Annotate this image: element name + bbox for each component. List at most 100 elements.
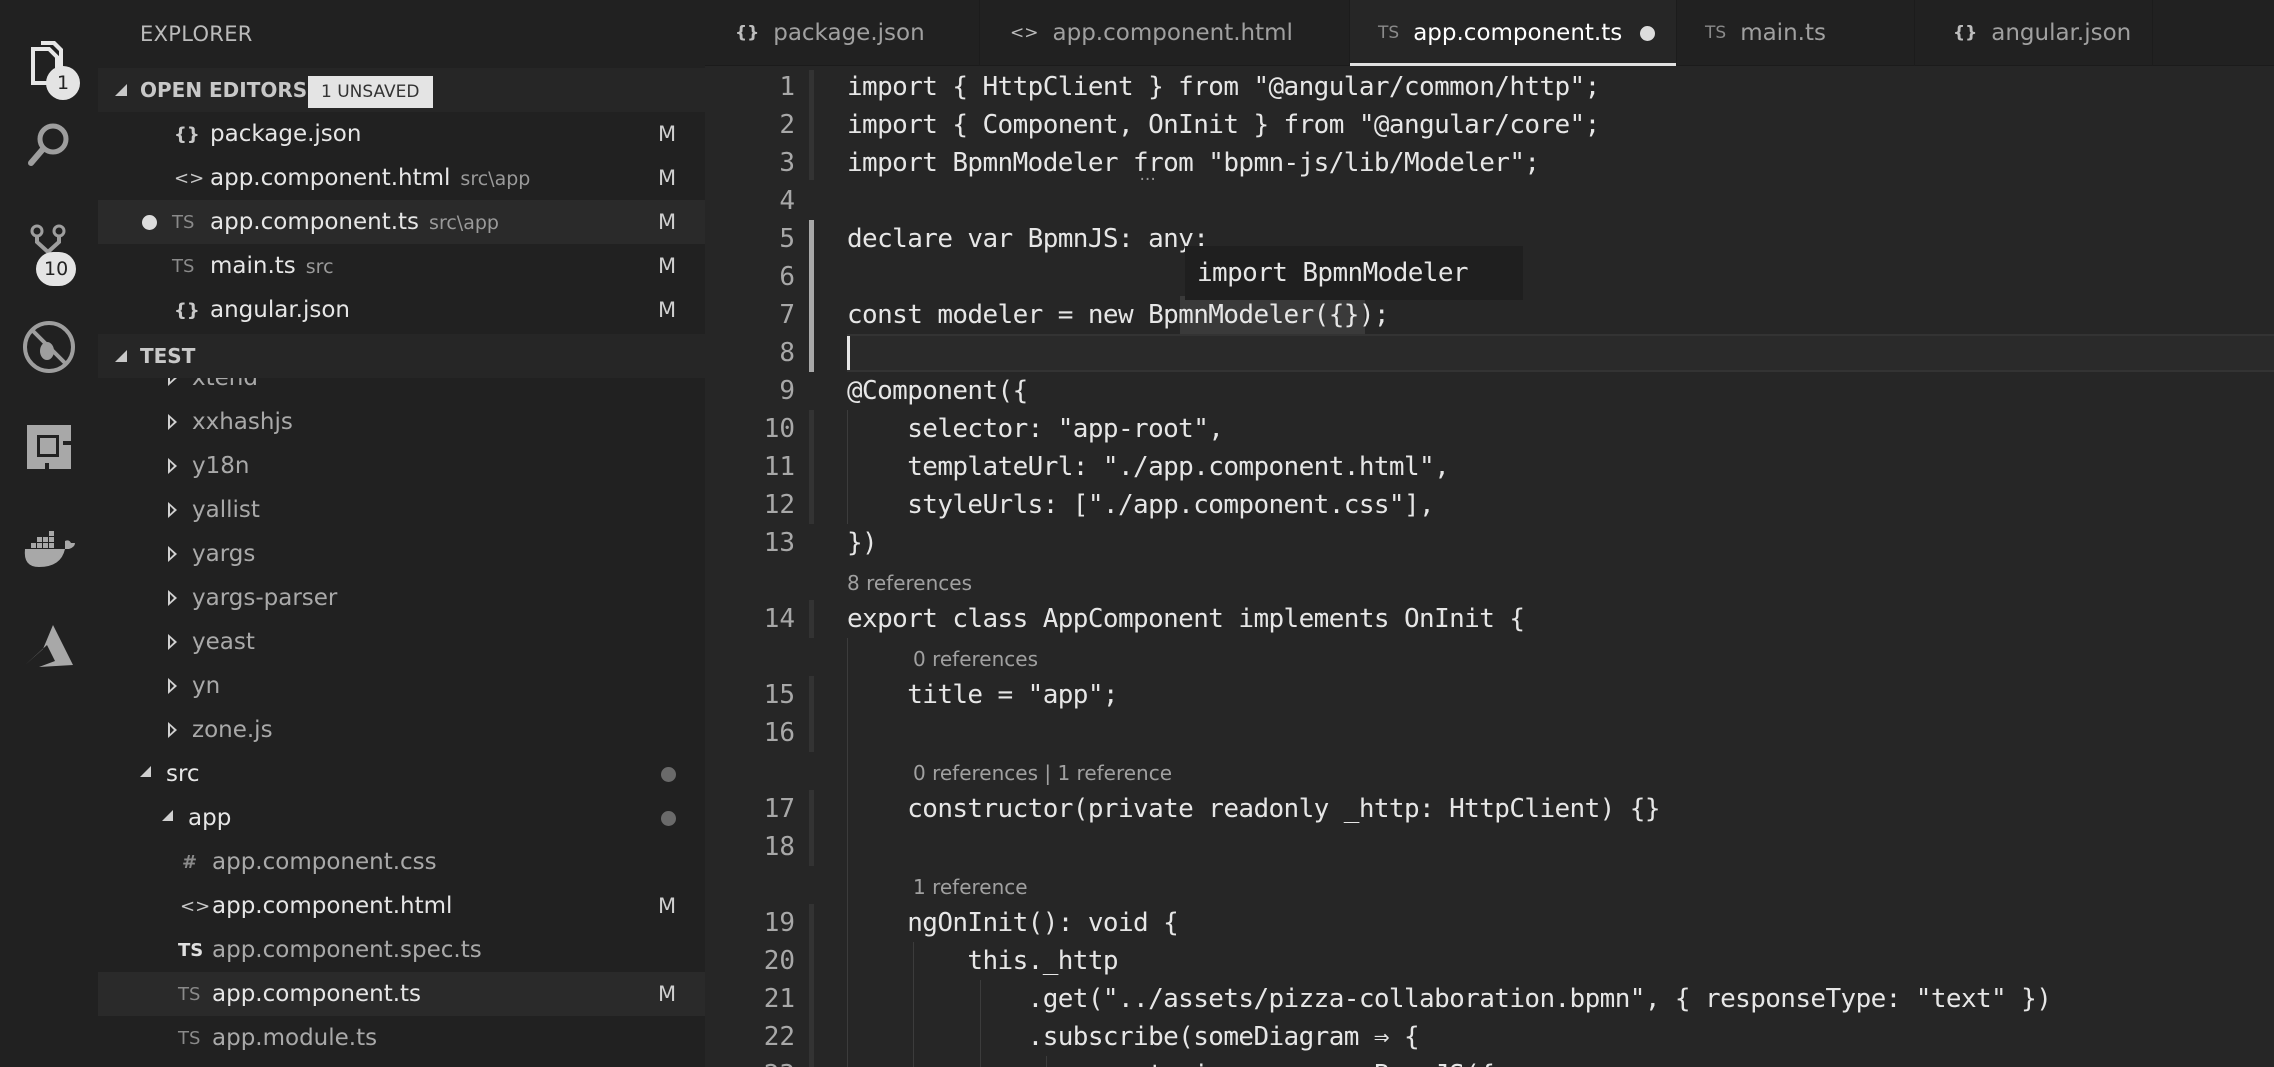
- workspace-label: TEST: [140, 344, 196, 368]
- code-line: styleUrls: ["./app.component.css"],: [847, 490, 1435, 520]
- folder-name: y18n: [192, 453, 250, 479]
- code-line: .get("../assets/pizza-collaboration.bpmn…: [847, 984, 2052, 1014]
- line-number: 23: [705, 1056, 795, 1067]
- tab-main-ts[interactable]: TS main.ts: [1677, 0, 1915, 66]
- code-line: .subscribe(someDiagram ⇒ {: [847, 1022, 1420, 1052]
- explorer-badge: 1: [46, 66, 80, 100]
- activity-azure[interactable]: [0, 602, 98, 692]
- activity-source-control[interactable]: 10: [0, 200, 98, 290]
- tab-angular-json[interactable]: {} angular.json: [1915, 0, 2153, 66]
- chevron-right-icon: [168, 414, 177, 430]
- activity-explorer[interactable]: 1: [0, 18, 98, 108]
- chevron-right-icon: [168, 502, 177, 518]
- typescript-file-icon: TS: [178, 1027, 201, 1049]
- unsaved-dot-icon[interactable]: [142, 214, 157, 230]
- folder-item[interactable]: yeast: [98, 620, 705, 664]
- typescript-file-icon: TS: [178, 939, 204, 961]
- activity-debug[interactable]: [0, 302, 98, 392]
- tab-package-json[interactable]: {} package.json: [705, 0, 980, 66]
- unsaved-dot-icon[interactable]: [1640, 25, 1656, 41]
- open-editor-item[interactable]: <> app.component.html src\app M: [98, 156, 705, 200]
- file-name: app.component.html: [212, 893, 453, 919]
- codelens-references[interactable]: 0 references: [913, 640, 1038, 678]
- git-status: M: [658, 894, 677, 918]
- code-line-overlay: const modeler = new BpmnModeler({});: [847, 300, 1390, 330]
- codelens-references[interactable]: 0 references | 1 reference: [913, 754, 1172, 792]
- folder-item[interactable]: zone.js: [98, 708, 705, 752]
- line-number: 19: [763, 908, 795, 938]
- line-number: 20: [763, 946, 795, 976]
- line-number: 3: [779, 148, 795, 178]
- open-editor-item[interactable]: TS main.ts src M: [98, 244, 705, 288]
- tab-label: app.component.html: [1052, 20, 1293, 46]
- code-editor[interactable]: 1 2 3 4 5 6 7 8 9 10 11 12 13 14 15 16 1…: [705, 66, 2274, 1067]
- code-line: import { HttpClient } from "@angular/com…: [847, 72, 1600, 102]
- file-item-selected[interactable]: TS app.component.ts M: [98, 972, 705, 1016]
- line-number: 17: [763, 794, 795, 824]
- folder-name: yeast: [192, 629, 255, 655]
- activity-docker[interactable]: [0, 502, 98, 592]
- code-line: templateUrl: "./app.component.html",: [847, 452, 1450, 482]
- git-status: M: [658, 166, 677, 190]
- code-line: ngOnInit(): void {: [847, 908, 1179, 938]
- chevron-right-icon: [168, 722, 177, 738]
- html-file-icon: <>: [174, 167, 205, 189]
- code-line: import BpmnModeler from "bpmn-js/lib/Mod…: [847, 148, 1540, 178]
- css-file-icon: #: [182, 851, 198, 873]
- folder-item[interactable]: yallist: [98, 488, 705, 532]
- open-editor-item-active[interactable]: TS app.component.ts src\app M: [98, 200, 705, 244]
- open-editor-item[interactable]: {} angular.json M: [98, 288, 705, 332]
- source-control-badge: 10: [36, 252, 77, 286]
- file-name: angular.json: [210, 297, 351, 323]
- folder-name: yargs-parser: [192, 585, 338, 611]
- file-item[interactable]: TS app.module.ts: [98, 1016, 705, 1060]
- codelens-references[interactable]: 1 reference: [913, 868, 1028, 906]
- folder-item[interactable]: xxhashjs: [98, 400, 705, 444]
- git-status: M: [658, 122, 677, 146]
- tab-bar: {} package.json <> app.component.html TS…: [705, 0, 2274, 66]
- folder-name: yn: [192, 673, 221, 699]
- folder-item[interactable]: xtend: [98, 378, 705, 400]
- file-item[interactable]: <> app.component.html M: [98, 884, 705, 928]
- json-file-icon: {}: [735, 23, 760, 43]
- git-status: M: [658, 210, 677, 234]
- code-line: constructor(private readonly _http: Http…: [847, 794, 1660, 824]
- open-editors-header[interactable]: OPEN EDITORS 1 UNSAVED: [98, 68, 705, 112]
- line-number: 6: [779, 262, 795, 292]
- folder-item-src[interactable]: src: [98, 752, 705, 796]
- tab-app-component-ts[interactable]: TS app.component.ts: [1350, 0, 1677, 66]
- line-number: 18: [763, 832, 795, 862]
- suggestion-ellipsis-icon[interactable]: ...: [1138, 168, 1157, 184]
- folder-item[interactable]: y18n: [98, 444, 705, 488]
- folder-item[interactable]: yargs: [98, 532, 705, 576]
- quick-fix-hover[interactable]: import BpmnModeler: [1185, 246, 1523, 300]
- file-item[interactable]: # app.component.css: [98, 840, 705, 884]
- file-name: main.ts: [210, 253, 296, 279]
- tab-app-component-html[interactable]: <> app.component.html: [980, 0, 1350, 66]
- workspace-header[interactable]: TEST: [98, 334, 705, 378]
- code-line: const viewer = new BpmnJS({: [847, 1056, 1495, 1067]
- open-editors-label: OPEN EDITORS: [140, 78, 308, 102]
- folder-name: xtend: [192, 378, 258, 391]
- open-editor-item[interactable]: {} package.json M: [98, 112, 705, 156]
- chevron-down-icon: [115, 350, 127, 362]
- chevron-right-icon: [168, 590, 177, 606]
- folder-item-app[interactable]: app: [98, 796, 705, 840]
- gutter-indicator: [809, 904, 814, 1067]
- codelens-references[interactable]: 8 references: [847, 564, 972, 602]
- file-item[interactable]: TS app.component.spec.ts: [98, 928, 705, 972]
- hover-text: import BpmnModeler: [1197, 258, 1469, 288]
- activity-bar: 1 10: [0, 0, 98, 1067]
- folder-item[interactable]: yargs-parser: [98, 576, 705, 620]
- gutter-indicator: [809, 600, 814, 638]
- modified-dot-icon: [661, 766, 676, 782]
- activity-extensions[interactable]: [0, 402, 98, 492]
- activity-search[interactable]: [0, 100, 98, 190]
- git-status: M: [658, 982, 677, 1006]
- code-line: export class AppComponent implements OnI…: [847, 604, 1525, 634]
- folder-item[interactable]: yn: [98, 664, 705, 708]
- html-file-icon: <>: [180, 895, 211, 917]
- gutter-indicator: [809, 676, 814, 752]
- code-line: this._http: [847, 946, 1118, 976]
- file-name: app.component.spec.ts: [212, 937, 482, 963]
